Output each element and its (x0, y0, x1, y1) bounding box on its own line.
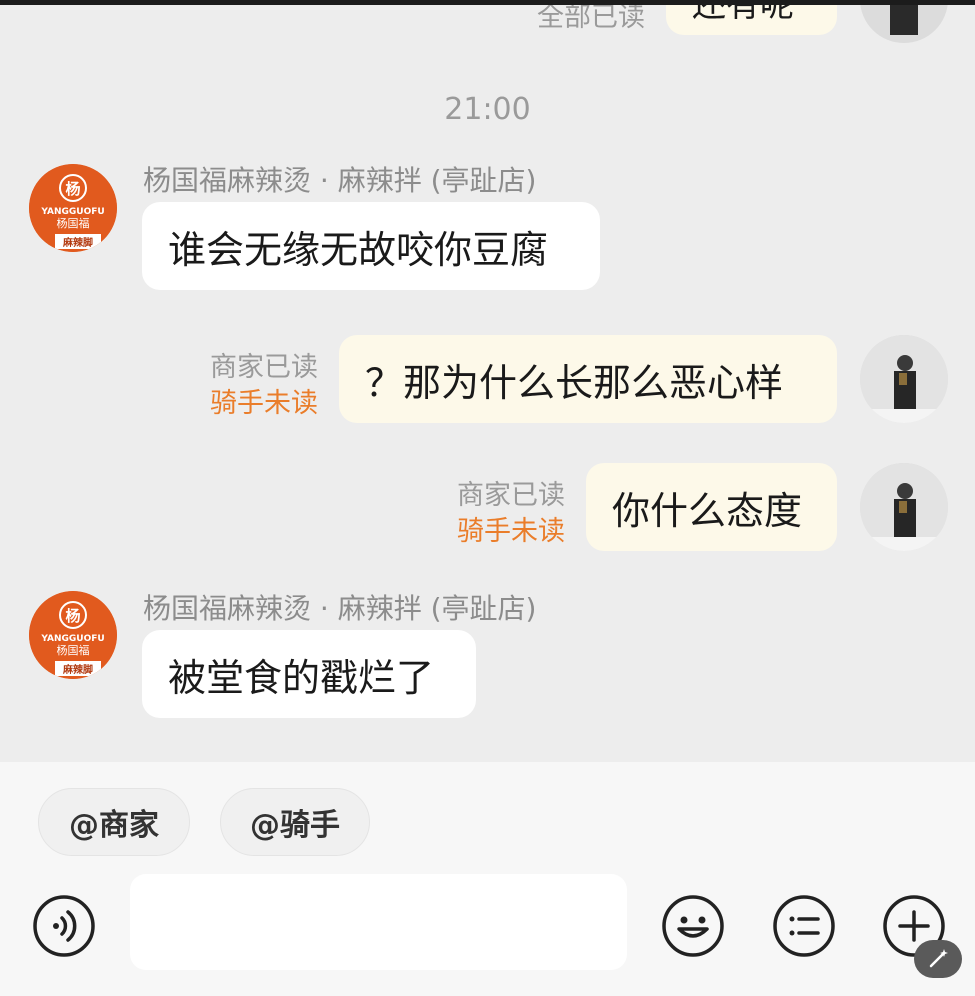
message-bubble[interactable]: 你什么态度 (586, 463, 837, 551)
person-photo-icon (860, 5, 948, 43)
emoji-icon (662, 895, 724, 957)
svg-text:YANGGUOFU: YANGGUOFU (40, 207, 104, 217)
mention-merchant-button[interactable]: @商家 (38, 788, 190, 856)
message-bubble[interactable]: 被堂食的戳烂了 (142, 630, 476, 718)
message-bubble[interactable]: ？那为什么长那么恶心样 (339, 335, 837, 423)
voice-button[interactable] (33, 895, 95, 957)
read-status: 商家已读 骑手未读 (457, 480, 565, 547)
quick-reply-icon (773, 895, 835, 957)
mention-rider-button[interactable]: @骑手 (220, 788, 370, 856)
shop-avatar[interactable]: 杨 YANGGUOFU 杨国福 麻辣脚 (29, 164, 117, 252)
sender-name: 杨国福麻辣烫 · 麻辣拌 (亭趾店) (143, 592, 537, 625)
prev-message-bubble[interactable]: 还有呢 (666, 5, 837, 35)
message-timestamp: 21:00 (444, 92, 531, 127)
shop-avatar[interactable]: 杨 YANGGUOFU 杨国福 麻辣脚 (29, 591, 117, 679)
svg-text:杨国福: 杨国福 (57, 216, 90, 230)
quick-reply-button[interactable] (773, 895, 835, 957)
voice-icon (33, 895, 95, 957)
user-avatar[interactable] (860, 5, 948, 43)
user-avatar[interactable] (860, 335, 948, 423)
sender-name: 杨国福麻辣烫 · 麻辣拌 (亭趾店) (143, 164, 537, 197)
svg-text:YANGGUOFU: YANGGUOFU (40, 634, 104, 644)
shop-logo-icon: 杨 YANGGUOFU 杨国福 麻辣脚 (29, 591, 117, 679)
prev-message-status: 全部已读 (537, 5, 645, 33)
svg-text:麻辣脚: 麻辣脚 (62, 236, 93, 249)
svg-text:杨: 杨 (65, 607, 80, 625)
message-bubble[interactable]: 谁会无缘无故咬你豆腐 (142, 202, 600, 290)
user-avatar[interactable] (860, 463, 948, 551)
person-photo-icon (860, 335, 948, 423)
chat-message-list[interactable]: 全部已读 还有呢 21:00 杨 YANGGUOFU 杨国福 麻辣脚 杨国福麻辣… (0, 5, 975, 762)
svg-text:杨国福: 杨国福 (57, 643, 90, 657)
person-photo-icon (860, 463, 948, 551)
magic-pen-icon (929, 949, 948, 968)
message-input[interactable] (130, 874, 627, 970)
emoji-button[interactable] (662, 895, 724, 957)
edit-floating-button[interactable] (914, 940, 962, 978)
input-panel: @商家 @骑手 (0, 762, 975, 996)
svg-text:麻辣脚: 麻辣脚 (62, 663, 93, 676)
svg-text:杨: 杨 (65, 180, 80, 198)
shop-logo-icon: 杨 YANGGUOFU 杨国福 麻辣脚 (29, 164, 117, 252)
read-status: 商家已读 骑手未读 (210, 352, 318, 419)
